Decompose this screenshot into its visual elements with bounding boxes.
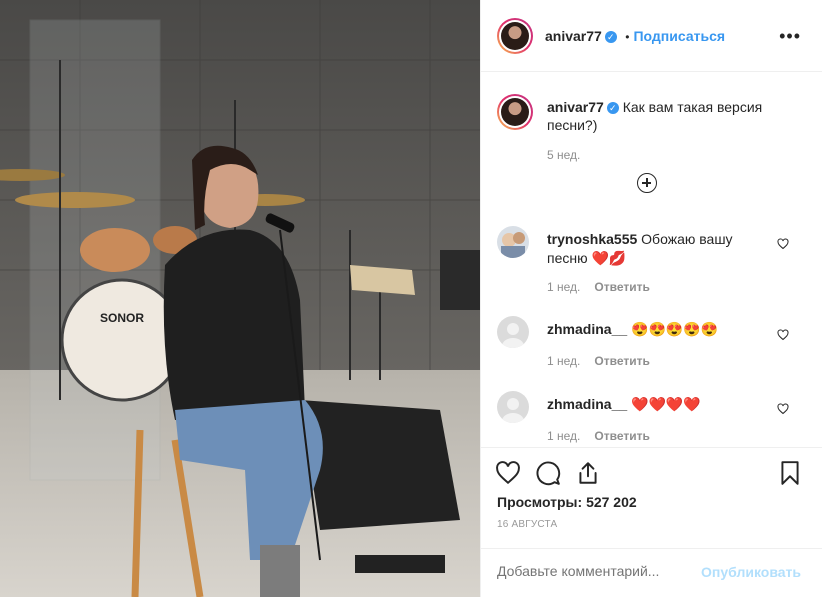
author-avatar[interactable] <box>497 18 533 54</box>
reply-button[interactable]: Ответить <box>594 354 649 368</box>
like-comment-heart-icon[interactable] <box>777 238 789 250</box>
drum-brand-logo: SONOR <box>100 311 144 325</box>
post-header: anivar77 ✓ • Подписаться ••• <box>481 0 822 72</box>
studio-scene-illustration: SONOR <box>0 0 480 597</box>
more-options-icon[interactable]: ••• <box>779 26 801 47</box>
post-video[interactable]: SONOR <box>0 0 480 597</box>
post-details-panel: anivar77 ✓ • Подписаться ••• anivar77 ✓ Как… <box>480 0 822 597</box>
add-comment-bar: Опубликовать <box>481 548 822 599</box>
like-heart-icon[interactable] <box>495 460 521 486</box>
commenter-avatar[interactable] <box>497 316 529 348</box>
comment-username[interactable]: trynoshka555 <box>547 231 637 247</box>
separator-dot: • <box>625 30 630 44</box>
verified-badge-icon: ✓ <box>606 102 619 115</box>
like-comment-heart-icon[interactable] <box>777 403 789 415</box>
views-value: 527 202 <box>586 494 637 510</box>
comment-bubble-icon[interactable] <box>535 460 561 486</box>
views-label: Просмотры: <box>497 494 583 510</box>
commenter-avatar[interactable] <box>497 391 529 423</box>
post-date[interactable]: 16 АВГУСТА <box>497 519 557 530</box>
comment-username[interactable]: zhmadina__ <box>547 321 627 337</box>
post-actions-section: Просмотры: 527 202 16 АВГУСТА Опубликова… <box>481 447 822 598</box>
comment-emoji: ❤️❤️❤️❤️ <box>631 396 701 412</box>
caption-author-avatar[interactable] <box>497 94 533 130</box>
share-icon[interactable] <box>575 460 601 486</box>
load-more-comments-icon[interactable] <box>637 173 657 193</box>
comment-timestamp[interactable]: 1 нед. <box>547 429 580 443</box>
add-comment-input[interactable] <box>497 563 697 579</box>
verified-badge-icon: ✓ <box>604 30 617 43</box>
commenter-avatar[interactable] <box>497 226 529 258</box>
save-bookmark-icon[interactable] <box>777 460 803 486</box>
publish-button[interactable]: Опубликовать <box>701 564 801 580</box>
caption-timestamp[interactable]: 5 нед. <box>547 148 580 162</box>
like-comment-heart-icon[interactable] <box>777 329 789 341</box>
comment-timestamp[interactable]: 1 нед. <box>547 280 580 294</box>
comment-emoji: ❤️💋 <box>591 250 627 266</box>
comment-username[interactable]: zhmadina__ <box>547 396 627 412</box>
caption-username[interactable]: anivar77 <box>547 99 604 115</box>
comment-timestamp[interactable]: 1 нед. <box>547 354 580 368</box>
follow-button[interactable]: Подписаться <box>633 28 725 44</box>
reply-button[interactable]: Ответить <box>594 280 649 294</box>
views-count[interactable]: Просмотры: 527 202 <box>497 494 637 510</box>
comment-emoji: 😍😍😍😍😍 <box>631 321 719 337</box>
author-username[interactable]: anivar77 <box>545 28 602 44</box>
reply-button[interactable]: Ответить <box>594 429 649 443</box>
